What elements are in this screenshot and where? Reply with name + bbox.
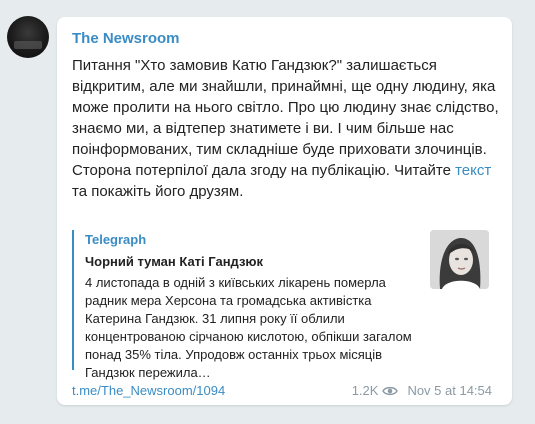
message-text: Питання "Хто замовив Катю Гандзюк?" зали… (72, 55, 502, 202)
message-text-after-link: та покажіть його друзям. (72, 183, 244, 200)
avatar-logo-mark (14, 41, 42, 49)
views-count: 1.2K (351, 383, 379, 398)
message-bubble: The Newsroom Питання "Хто замовив Катю Г… (57, 17, 512, 405)
preview-site-name: Telegraph (85, 232, 147, 247)
preview-thumbnail[interactable] (430, 230, 489, 289)
preview-description: 4 листопада в одній з київських лікарень… (85, 275, 412, 380)
post-timestamp: Nov 5 at 14:54 (407, 383, 492, 398)
channel-name[interactable]: The Newsroom (72, 30, 180, 47)
preview-title: Чорний туман Каті Гандзюк (85, 254, 264, 269)
chat-view: The Newsroom Питання "Хто замовив Катю Г… (0, 0, 535, 424)
link-preview[interactable]: Telegraph Чорний туман Каті Гандзюк 4 ли… (72, 230, 499, 380)
channel-avatar[interactable] (7, 16, 49, 58)
post-link[interactable]: t.me/The_Newsroom/1094 (72, 383, 225, 398)
article-link[interactable]: текст (455, 162, 491, 179)
post-meta: 1.2K Nov 5 at 14:54 (352, 383, 492, 398)
eye-icon (382, 385, 399, 397)
message-text-before-link: Питання "Хто замовив Катю Гандзюк?" зали… (72, 57, 499, 179)
preview-thumbnail-photo (430, 230, 489, 289)
